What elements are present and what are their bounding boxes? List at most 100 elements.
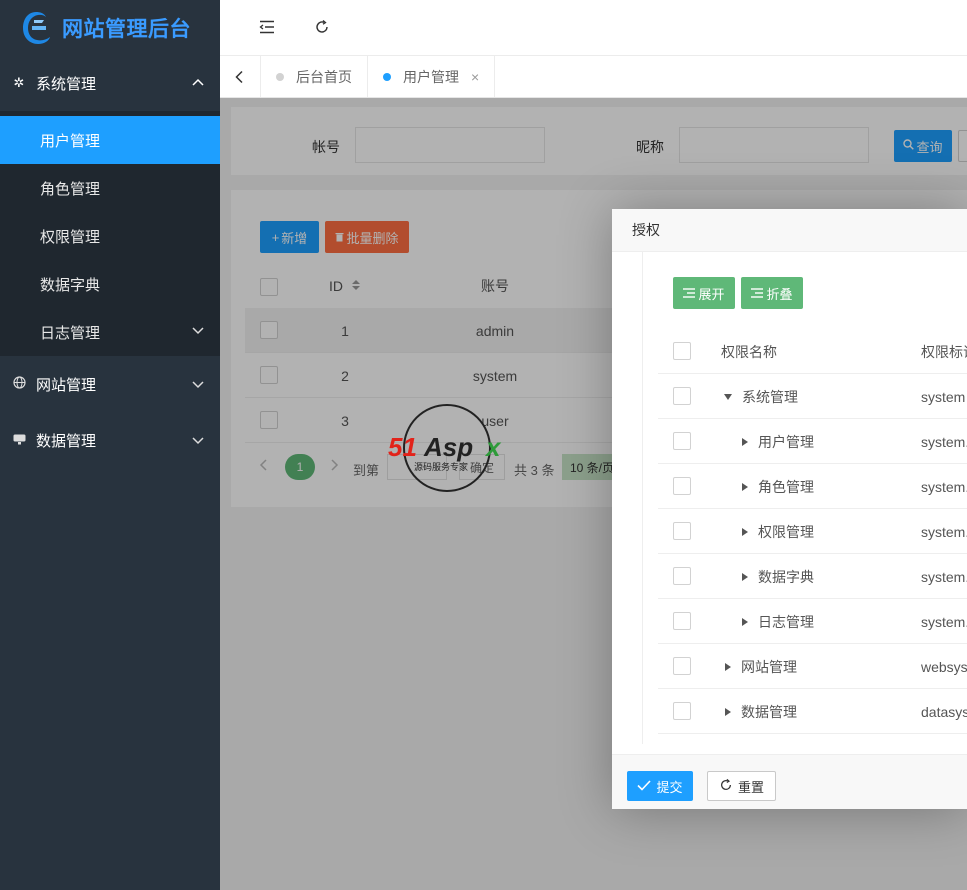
tree-node: 日志管理 <box>742 599 814 644</box>
refresh-icon <box>719 778 733 795</box>
chevron-down-icon <box>190 376 206 392</box>
node-name: 权限管理 <box>758 523 814 540</box>
node-name: 系统管理 <box>742 388 798 405</box>
tab-bar: 后台首页 用户管理 × <box>220 56 967 98</box>
tree-row[interactable]: 日志管理 system.l <box>658 599 967 644</box>
svg-text:Asp: Asp <box>423 432 473 462</box>
node-key: system.l <box>921 613 967 630</box>
menu-group-system[interactable]: ✲ 系统管理 <box>0 55 220 111</box>
menu-group-data[interactable]: 数据管理 <box>0 412 220 468</box>
tree-row[interactable]: 数据字典 system.d <box>658 554 967 599</box>
caret-down-icon[interactable] <box>724 393 732 400</box>
watermark-logo: 51 Asp x 源码服务专家 <box>386 402 512 494</box>
close-icon[interactable]: × <box>471 69 479 85</box>
node-name: 角色管理 <box>758 478 814 495</box>
brand[interactable]: 网站管理后台 <box>0 0 220 55</box>
collapse-label: 折叠 <box>766 286 793 302</box>
sidebar-item-label: 权限管理 <box>40 228 101 246</box>
node-key: system.u <box>921 433 967 450</box>
tree-row[interactable]: 用户管理 system.u <box>658 419 967 464</box>
svg-text:51: 51 <box>388 432 417 462</box>
check-icon <box>637 779 652 794</box>
sidebar-item-permission-management[interactable]: 权限管理 <box>0 212 220 260</box>
select-all-checkbox[interactable] <box>673 342 691 360</box>
node-name: 日志管理 <box>758 613 814 630</box>
expand-label: 展开 <box>698 286 725 302</box>
expand-icon <box>683 286 696 301</box>
caret-right-icon[interactable] <box>742 572 748 581</box>
column-header-name: 权限名称 <box>721 343 777 360</box>
sidebar-item-label: 用户管理 <box>40 132 101 150</box>
refresh-icon[interactable] <box>311 16 333 38</box>
svg-text:源码服务专家: 源码服务专家 <box>414 461 468 472</box>
row-checkbox[interactable] <box>673 612 691 630</box>
row-checkbox[interactable] <box>673 387 691 405</box>
sidebar-item-data-dictionary[interactable]: 数据字典 <box>0 260 220 308</box>
tree-node: 数据管理 <box>725 689 797 734</box>
authorize-dialog: 授权 展开 折叠 权限名称 权限标识 系统管理 system <box>612 209 967 809</box>
row-checkbox[interactable] <box>673 567 691 585</box>
collapse-icon <box>751 286 764 301</box>
node-name: 网站管理 <box>741 658 797 675</box>
column-header-key: 权限标识 <box>921 343 967 360</box>
menu-group-label: 网站管理 <box>36 376 97 394</box>
svg-text:x: x <box>484 432 502 462</box>
gear-icon: ✲ <box>13 75 25 90</box>
caret-right-icon[interactable] <box>725 662 731 671</box>
submit-label: 提交 <box>656 779 683 795</box>
node-key: websys <box>921 658 967 675</box>
tab-home[interactable]: 后台首页 <box>261 56 368 97</box>
database-icon <box>12 433 26 448</box>
tree-node: 系统管理 <box>724 374 798 419</box>
tree-row[interactable]: 数据管理 datasys <box>658 689 967 734</box>
sidebar-item-label: 日志管理 <box>40 324 101 342</box>
sidebar-item-user-management[interactable]: 用户管理 <box>0 116 220 164</box>
tree-node: 权限管理 <box>742 509 814 554</box>
collapse-all-button[interactable]: 折叠 <box>741 277 803 309</box>
submenu-system: 用户管理 角色管理 权限管理 数据字典 日志管理 <box>0 111 220 356</box>
menu-group-label: 数据管理 <box>36 432 97 450</box>
sidebar-item-role-management[interactable]: 角色管理 <box>0 164 220 212</box>
caret-right-icon[interactable] <box>742 482 748 491</box>
submit-button[interactable]: 提交 <box>627 771 693 801</box>
chevron-up-icon <box>190 75 206 91</box>
collapse-menu-icon[interactable] <box>256 16 278 38</box>
sidebar-item-log-management[interactable]: 日志管理 <box>0 308 220 356</box>
menu-group-label: 系统管理 <box>36 75 97 93</box>
tree-row[interactable]: 权限管理 system.a <box>658 509 967 554</box>
expand-all-button[interactable]: 展开 <box>673 277 735 309</box>
dialog-title[interactable]: 授权 <box>612 209 967 252</box>
reset-label: 重置 <box>737 779 764 795</box>
menu-group-website[interactable]: 网站管理 <box>0 356 220 412</box>
row-checkbox[interactable] <box>673 657 691 675</box>
row-checkbox[interactable] <box>673 522 691 540</box>
node-name: 数据管理 <box>741 703 797 720</box>
reset-button[interactable]: 重置 <box>707 771 776 801</box>
tree-node: 角色管理 <box>742 464 814 509</box>
tree-table-header: 权限名称 权限标识 <box>658 329 967 374</box>
tree-row[interactable]: 系统管理 system <box>658 374 967 419</box>
dialog-footer: 提交 重置 <box>612 754 967 809</box>
caret-right-icon[interactable] <box>742 617 748 626</box>
node-key: system <box>921 388 966 405</box>
tree-row[interactable]: 角色管理 system.r <box>658 464 967 509</box>
globe-icon <box>12 376 26 392</box>
row-checkbox[interactable] <box>673 432 691 450</box>
tab-user-management[interactable]: 用户管理 × <box>368 56 496 97</box>
tree-node: 用户管理 <box>742 419 814 464</box>
tab-dot-icon <box>383 72 391 81</box>
tree-row[interactable]: 网站管理 websys <box>658 644 967 689</box>
brand-title: 网站管理后台 <box>62 17 191 41</box>
caret-right-icon[interactable] <box>725 707 731 716</box>
caret-right-icon[interactable] <box>742 527 748 536</box>
node-name: 用户管理 <box>758 433 814 450</box>
chevron-left-icon[interactable] <box>220 56 261 97</box>
tab-label: 用户管理 <box>403 68 459 85</box>
permission-tree-table: 展开 折叠 权限名称 权限标识 系统管理 system 用户管理 <box>642 252 967 744</box>
chevron-down-icon <box>190 322 206 342</box>
chevron-down-icon <box>190 432 206 448</box>
row-checkbox[interactable] <box>673 702 691 720</box>
caret-right-icon[interactable] <box>742 437 748 446</box>
row-checkbox[interactable] <box>673 477 691 495</box>
sidebar: 网站管理后台 ✲ 系统管理 用户管理 角色管理 权限管理 数据字典 日志管理 网… <box>0 0 220 890</box>
